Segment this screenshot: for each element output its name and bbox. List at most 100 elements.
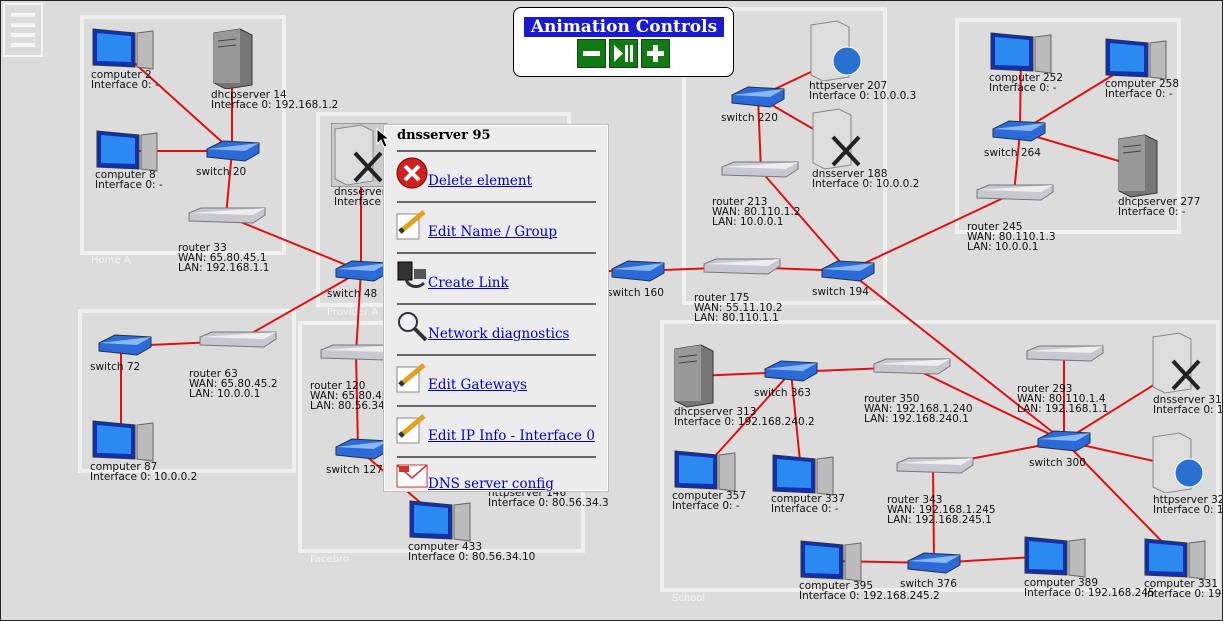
router-icon[interactable] [187, 207, 267, 225]
device-label-router-343: router 343 WAN: 192.168.1.245 LAN: 192.168… [887, 494, 996, 526]
device-label-router-33: router 33 WAN: 65.80.45.1 LAN: 192.168.1.1 [178, 242, 270, 274]
device-label-switch-72: switch 72 [90, 361, 141, 373]
device-label-computer-87: computer 87 Interface 0: 10.0.0.2 [90, 461, 198, 483]
divider [397, 150, 596, 152]
device-label-dnsserver-188: dnsserver 188 Interface 0: 10.0.0.2 [812, 168, 920, 190]
menu-item-edit-gateways[interactable]: Edit Gateways [396, 361, 596, 401]
switch-icon[interactable] [906, 551, 962, 575]
minus-icon [583, 51, 600, 56]
menu-item-edit-ip-info[interactable]: Edit IP Info - Interface 0 [396, 412, 596, 452]
server-icon[interactable] [1117, 133, 1159, 199]
menu-item-label: Edit Name / Group [428, 224, 558, 240]
http-server-icon[interactable] [1151, 431, 1205, 493]
switch-icon[interactable] [730, 85, 786, 109]
device-label-switch-127: switch 127 [326, 464, 383, 476]
menu-bar-icon [11, 43, 35, 47]
switch-icon[interactable] [97, 333, 153, 357]
switch-icon[interactable] [1036, 429, 1092, 453]
device-label-computer-433: computer 433 Interface 0: 80.56.34.10 [408, 541, 536, 563]
menu-bar-icon [11, 13, 35, 17]
device-label-dhcpserver-277: dhcpserver 277 Interface 0: - [1118, 196, 1201, 218]
switch-icon[interactable] [205, 139, 261, 163]
router-icon[interactable] [975, 184, 1055, 202]
divider [397, 456, 596, 458]
menu-item-edit-name-group[interactable]: Edit Name / Group [396, 208, 596, 248]
router-icon[interactable] [702, 258, 782, 276]
server-icon[interactable] [673, 343, 715, 409]
computer-icon[interactable] [1023, 535, 1087, 579]
network-canvas[interactable]: Home A Provider A Facebro School compute… [0, 0, 1223, 621]
menu-item-label: Delete element [428, 173, 533, 189]
computer-icon[interactable] [799, 539, 863, 583]
computer-icon[interactable] [91, 419, 155, 463]
mouse-cursor-icon [376, 128, 390, 148]
divider [397, 252, 596, 254]
router-icon[interactable] [198, 331, 278, 349]
switch-icon[interactable] [334, 259, 390, 283]
computer-icon[interactable] [91, 27, 155, 71]
computer-icon[interactable] [673, 449, 737, 493]
device-label-dhcpserver-313: dhcpserver 313 Interface 0: 192.168.240.2 [674, 406, 815, 428]
menu-item-network-diagnostics[interactable]: Network diagnostics [396, 310, 596, 350]
router-icon[interactable] [872, 358, 952, 376]
router-icon[interactable] [895, 457, 975, 475]
animation-controls-title: Animation Controls [524, 17, 724, 37]
device-label-computer-331: computer 331 Interface 0: 19 [1144, 578, 1222, 600]
dns-server-icon[interactable] [1151, 331, 1203, 395]
menu-item-delete-element[interactable]: Delete element [396, 157, 596, 197]
computer-icon[interactable] [989, 31, 1053, 75]
menu-item-create-link[interactable]: Create Link [396, 259, 596, 299]
switch-icon[interactable] [334, 437, 390, 461]
switch-icon[interactable] [763, 359, 819, 383]
menu-item-label: Create Link [428, 275, 509, 291]
pencil-icon [396, 363, 426, 393]
play-pause-button[interactable] [609, 39, 638, 68]
envelope-icon [396, 464, 428, 488]
play-pause-icon [614, 45, 633, 62]
switch-icon[interactable] [820, 259, 876, 283]
pencil-icon [396, 414, 426, 444]
computer-icon[interactable] [771, 453, 835, 497]
menu-bar-icon [11, 33, 35, 37]
device-label-switch-264: switch 264 [984, 147, 1041, 159]
computer-icon[interactable] [408, 499, 472, 543]
device-label-router-213: router 213 WAN: 80.110.1.2 LAN: 10.0.0.1 [712, 196, 801, 228]
computer-icon[interactable] [95, 129, 159, 173]
device-label-router-293: router 293 WAN: 80.110.1.4 LAN: 192.168.1.… [1017, 383, 1109, 415]
device-label-computer-2: computer 2 Interface 0: - [91, 69, 159, 91]
device-label-router-350: router 350 WAN: 192.168.1.240 LAN: 192.168… [864, 393, 973, 425]
router-icon[interactable] [720, 161, 800, 179]
router-icon[interactable] [1025, 345, 1105, 363]
http-server-icon[interactable] [809, 19, 863, 81]
device-label-switch-376: switch 376 [900, 578, 957, 590]
switch-icon[interactable] [610, 259, 666, 283]
device-label-computer-337: computer 337 Interface 0: - [771, 493, 846, 515]
device-label-httpserver-32x: httpserver 32 Interface 0: 1 [1153, 494, 1223, 516]
device-label-computer-8: computer 8 Interface 0: - [95, 169, 163, 191]
menu-item-dns-server-config[interactable]: DNS server config [396, 460, 596, 500]
menu-bar-icon [11, 23, 35, 27]
hamburger-menu-button[interactable] [3, 3, 43, 57]
device-label-switch-363: switch 363 [754, 387, 811, 399]
device-label-computer-389: computer 389 Interface 0: 192.168.245 [1024, 577, 1155, 599]
menu-item-label: DNS server config [428, 476, 554, 492]
server-icon[interactable] [212, 27, 254, 89]
switch-icon[interactable] [991, 119, 1047, 143]
delete-icon [396, 157, 428, 189]
computer-icon[interactable] [1104, 37, 1168, 81]
divider [397, 201, 596, 203]
plus-icon [647, 45, 664, 62]
menu-item-label: Edit IP Info - Interface 0 [428, 428, 595, 444]
device-label-switch-20: switch 20 [196, 166, 247, 178]
device-label-httpserver-207: httpserver 207 Interface 0: 10.0.0.3 [809, 80, 917, 102]
animation-controls-panel: Animation Controls [513, 7, 734, 77]
menu-item-label: Edit Gateways [428, 377, 527, 393]
context-menu-title: dnsserver 95 [397, 128, 491, 143]
device-label-computer-357: computer 357 Interface 0: - [672, 490, 747, 512]
network-links [120, 50, 1177, 564]
dns-server-icon[interactable] [811, 107, 863, 171]
slower-button[interactable] [577, 39, 606, 68]
computer-icon[interactable] [1143, 537, 1207, 581]
menu-item-label: Network diagnostics [428, 326, 570, 342]
faster-button[interactable] [641, 39, 670, 68]
